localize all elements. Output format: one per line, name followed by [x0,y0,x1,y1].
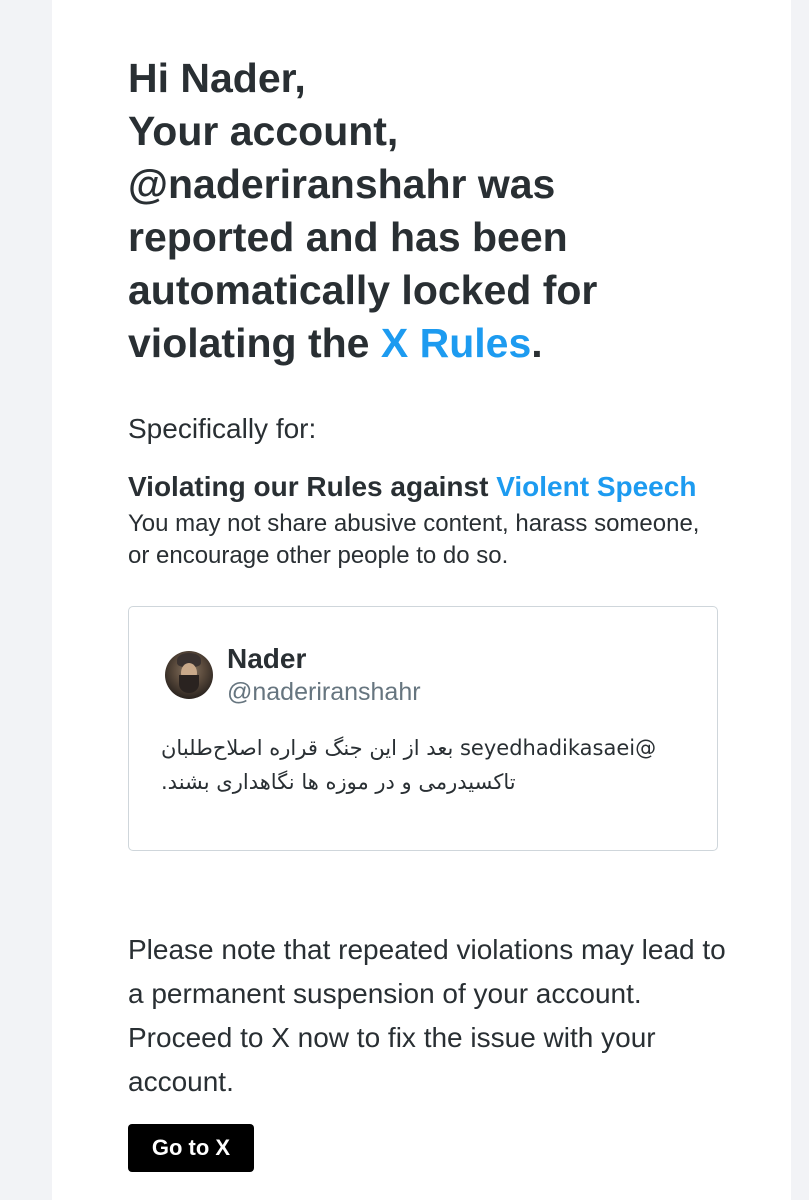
warning-notice: Please note that repeated violations may… [128,934,726,1097]
tweet-author-name: Nader [227,643,307,674]
reported-tweet-card: Nader @naderiranshahr @seyedhadikasaei ب… [128,606,718,851]
rule-prefix: Violating our Rules against [128,471,497,502]
left-margin-strip [0,0,52,1200]
avatar [165,651,213,699]
headline-text: violating the [128,320,381,366]
tweet-text: @seyedhadikasaei بعد از این جنگ قراره اص… [161,736,657,794]
email-body: Hi Nader, Your account, @naderiranshahr … [128,52,728,1172]
headline-line: violating the X Rules. [128,317,728,370]
x-rules-link[interactable]: X Rules [381,320,531,366]
headline: Hi Nader, Your account, @naderiranshahr … [128,52,728,370]
headline-greeting: Hi Nader, [128,55,306,101]
rule-description: You may not share abusive content, haras… [128,510,700,569]
headline-line: reported and has been [128,214,568,260]
headline-period: . [531,320,543,366]
tweet-author-handle: @naderiranshahr [227,678,421,706]
specifically-label: Specifically for: [128,413,317,444]
go-to-x-button[interactable]: Go to X [128,1124,254,1172]
headline-line: @naderiranshahr was [128,161,556,207]
headline-line: automatically locked for [128,267,598,313]
right-margin-strip [791,0,809,1200]
headline-line: Your account, [128,108,399,154]
rule-title: Violating our Rules against Violent Spee… [128,470,728,504]
violent-speech-link[interactable]: Violent Speech [496,471,696,502]
